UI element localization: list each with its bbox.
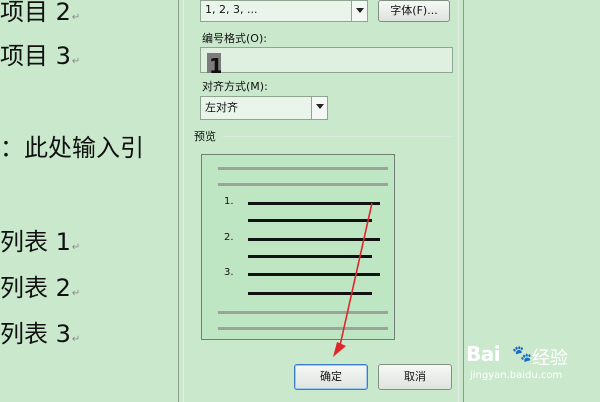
baidu-jingyan-watermark: Bai 🐾 经验 jingyan.baidu.com (466, 340, 596, 396)
preview-text-line (248, 273, 380, 276)
number-format-value: 1 (209, 54, 221, 73)
ok-button-label: 确定 (320, 370, 342, 383)
doc-line-text: ：此处输入引 (0, 134, 144, 162)
preview-gray-line (218, 327, 388, 330)
preview-text-line (248, 202, 380, 205)
number-style-select[interactable]: 1, 2, 3, ... (200, 0, 368, 22)
preview-group-divider (222, 136, 454, 137)
number-style-value: 1, 2, 3, ... (205, 3, 258, 16)
preview-gray-line (218, 167, 388, 170)
font-button[interactable]: 字体(F)... (378, 0, 450, 22)
preview-gray-line (218, 311, 388, 314)
doc-line-text: 项目 2 (0, 0, 71, 26)
number-format-field[interactable]: 1 (200, 47, 453, 73)
paragraph-mark-icon: ↵ (71, 334, 81, 345)
doc-line-list-3: 列表 3↵ (0, 314, 80, 349)
preview-label: 预览 (194, 130, 216, 143)
alignment-select[interactable]: 左对齐 (200, 96, 328, 120)
cancel-button[interactable]: 取消 (378, 364, 452, 390)
preview-box: 1. 2. 3. (201, 154, 395, 340)
paragraph-mark-icon: ↵ (71, 242, 81, 253)
doc-line-list-2: 列表 2↵ (0, 268, 80, 303)
preview-text-line (248, 219, 372, 222)
doc-line-item-3: 项目 3↵ (0, 36, 80, 71)
preview-gray-line (218, 183, 388, 186)
preview-text-line (248, 238, 380, 241)
doc-line-text: 列表 1 (0, 228, 71, 256)
chevron-down-icon[interactable] (311, 97, 327, 119)
paw-icon: 🐾 (512, 344, 532, 363)
alignment-value: 左对齐 (205, 101, 238, 114)
chevron-down-icon[interactable] (351, 1, 367, 21)
cancel-button-label: 取消 (404, 370, 426, 383)
number-format-label: 编号格式(O): (202, 32, 267, 45)
number-format-cursor-block: 1 (207, 53, 221, 73)
alignment-label: 对齐方式(M): (202, 80, 268, 93)
document-area: 项目 2↵ 项目 3↵ ：此处输入引 列表 1↵ 列表 2↵ 列表 3↵ (0, 0, 178, 400)
doc-line-quote: ：此处输入引 (0, 128, 144, 163)
preview-number: 3. (224, 267, 234, 278)
preview-number: 2. (224, 232, 234, 243)
paragraph-mark-icon: ↵ (71, 288, 81, 299)
preview-number: 1. (224, 196, 234, 207)
ok-button[interactable]: 确定 (294, 364, 368, 390)
preview-text-line (248, 292, 372, 295)
paragraph-mark-icon: ↵ (71, 56, 81, 67)
preview-text-line (248, 255, 372, 258)
paragraph-mark-icon: ↵ (71, 12, 81, 23)
watermark-brand-cn: 经验 (532, 348, 568, 369)
doc-line-item-2: 项目 2↵ (0, 0, 80, 27)
doc-line-list-1: 列表 1↵ (0, 222, 80, 257)
doc-line-text: 列表 2 (0, 274, 71, 302)
watermark-url: jingyan.baidu.com (470, 370, 563, 381)
font-button-label: 字体(F)... (390, 4, 438, 17)
doc-line-text: 项目 3 (0, 42, 71, 70)
doc-line-text: 列表 3 (0, 320, 71, 348)
watermark-brand: Bai (466, 342, 501, 366)
